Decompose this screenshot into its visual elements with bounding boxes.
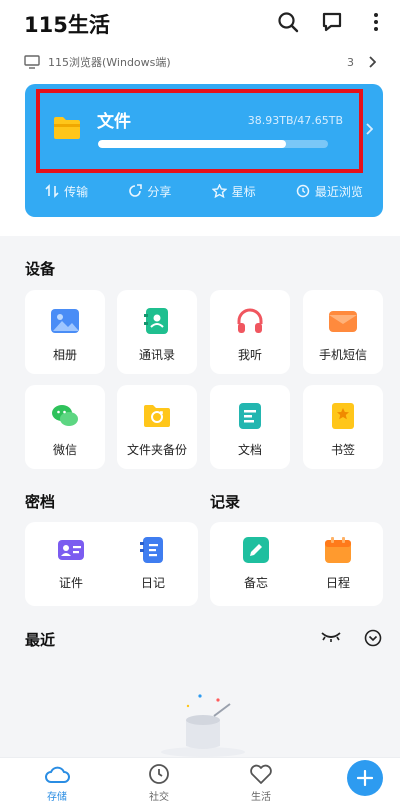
search-icon[interactable] xyxy=(276,10,300,34)
folder-backup-icon xyxy=(144,405,170,427)
cloud-icon xyxy=(45,766,70,783)
device-row[interactable]: 115浏览器(Windows端) 3 xyxy=(24,53,376,71)
nav-storage[interactable]: 存储 xyxy=(27,763,87,803)
tile-album[interactable]: 相册 xyxy=(25,290,105,374)
tile-label: 日程 xyxy=(325,576,350,590)
envelope-icon xyxy=(329,311,357,332)
clock-icon xyxy=(296,184,310,198)
share-button[interactable]: 分享 xyxy=(128,183,171,200)
star-icon xyxy=(211,184,227,198)
transfer-label: 传输 xyxy=(64,184,89,199)
add-button[interactable] xyxy=(347,760,383,796)
vault-section-title: 密档 xyxy=(25,493,56,511)
nav-label: 生活 xyxy=(251,792,271,803)
storage-usage-text: 38.93TB/47.65TB xyxy=(247,114,343,127)
tile-documents[interactable]: 文档 xyxy=(210,385,290,469)
tile-label: 手机短信 xyxy=(318,348,367,362)
tile-sms[interactable]: 手机短信 xyxy=(303,290,383,374)
tile-wechat[interactable]: 微信 xyxy=(25,385,105,469)
storage-progress-fill xyxy=(98,140,286,148)
headphones-icon xyxy=(237,308,263,333)
tile-label: 日记 xyxy=(140,576,165,590)
clock-icon xyxy=(149,764,169,784)
quick-actions: 传输 分享 星标 最近浏览 xyxy=(25,180,383,202)
tile-schedule[interactable]: 日程 xyxy=(308,522,368,592)
monitor-icon xyxy=(24,55,40,69)
recent-browse-label: 最近浏览 xyxy=(314,184,363,199)
app-title: 115生活 xyxy=(24,13,110,37)
tile-certificates[interactable]: 证件 xyxy=(41,522,101,592)
tile-label: 文件夹备份 xyxy=(126,443,187,457)
star-label: 星标 xyxy=(231,184,256,199)
share-label: 分享 xyxy=(147,184,172,199)
id-card-icon xyxy=(58,540,84,560)
transfer-icon xyxy=(45,184,59,198)
calendar-icon xyxy=(325,537,351,563)
diary-icon xyxy=(140,537,163,563)
tile-folder-backup[interactable]: 文件夹备份 xyxy=(117,385,197,469)
tile-label: 证件 xyxy=(58,576,83,590)
chevron-right-icon xyxy=(369,56,376,68)
nav-label: 存储 xyxy=(47,792,67,803)
nav-social[interactable]: 社交 xyxy=(129,763,189,803)
tile-label: 书签 xyxy=(330,443,355,457)
transfer-button[interactable]: 传输 xyxy=(45,183,88,200)
storage-card: 文件 38.93TB/47.65TB 传输 分享 星标 最近浏览 xyxy=(25,84,383,217)
tile-listen[interactable]: 我听 xyxy=(210,290,290,374)
recent-browse-button[interactable]: 最近浏览 xyxy=(296,183,363,200)
plus-icon xyxy=(357,770,373,786)
tile-label: 文档 xyxy=(237,443,262,457)
message-icon[interactable] xyxy=(320,10,344,34)
empty-state-illustration xyxy=(161,694,245,757)
photo-album-icon xyxy=(51,309,79,333)
tile-contacts[interactable]: 通讯录 xyxy=(117,290,197,374)
device-name: 115浏览器(Windows端) xyxy=(48,56,171,69)
wechat-icon xyxy=(52,405,78,426)
records-section-title: 记录 xyxy=(210,493,241,511)
tile-label: 微信 xyxy=(52,443,77,457)
tile-label: 相册 xyxy=(52,348,77,362)
vault-panel: 证件 日记 xyxy=(25,522,198,606)
files-entry[interactable]: 文件 38.93TB/47.65TB xyxy=(36,89,373,173)
more-menu-icon[interactable] xyxy=(364,10,388,34)
devices-section-title: 设备 xyxy=(25,260,56,278)
tile-label: 通讯录 xyxy=(138,348,175,362)
star-button[interactable]: 星标 xyxy=(211,183,256,200)
recent-section-title: 最近 xyxy=(25,631,56,649)
records-panel: 备忘 日程 xyxy=(210,522,383,606)
hide-eye-icon[interactable] xyxy=(320,628,342,644)
nav-life[interactable]: 生活 xyxy=(231,763,291,803)
files-label: 文件 xyxy=(97,112,131,132)
tile-bookmarks[interactable]: 书签 xyxy=(303,385,383,469)
document-icon xyxy=(239,403,261,429)
nav-label: 社交 xyxy=(149,792,169,803)
chevron-right-icon xyxy=(366,123,373,135)
share-icon xyxy=(129,184,143,197)
bookmark-icon xyxy=(332,403,354,429)
expand-circle-icon[interactable] xyxy=(364,629,382,647)
folder-icon xyxy=(54,117,80,139)
storage-progress-bar xyxy=(98,140,328,148)
tile-label: 我听 xyxy=(237,348,262,362)
tile-memo[interactable]: 备忘 xyxy=(226,522,286,592)
heart-icon xyxy=(250,764,272,784)
device-count: 3 xyxy=(347,55,354,69)
bottom-navigation: 存储 社交 生活 xyxy=(0,757,400,810)
tile-diary[interactable]: 日记 xyxy=(123,522,183,592)
contacts-book-icon xyxy=(144,308,168,334)
memo-pencil-icon xyxy=(243,537,269,563)
tile-label: 备忘 xyxy=(243,576,268,590)
